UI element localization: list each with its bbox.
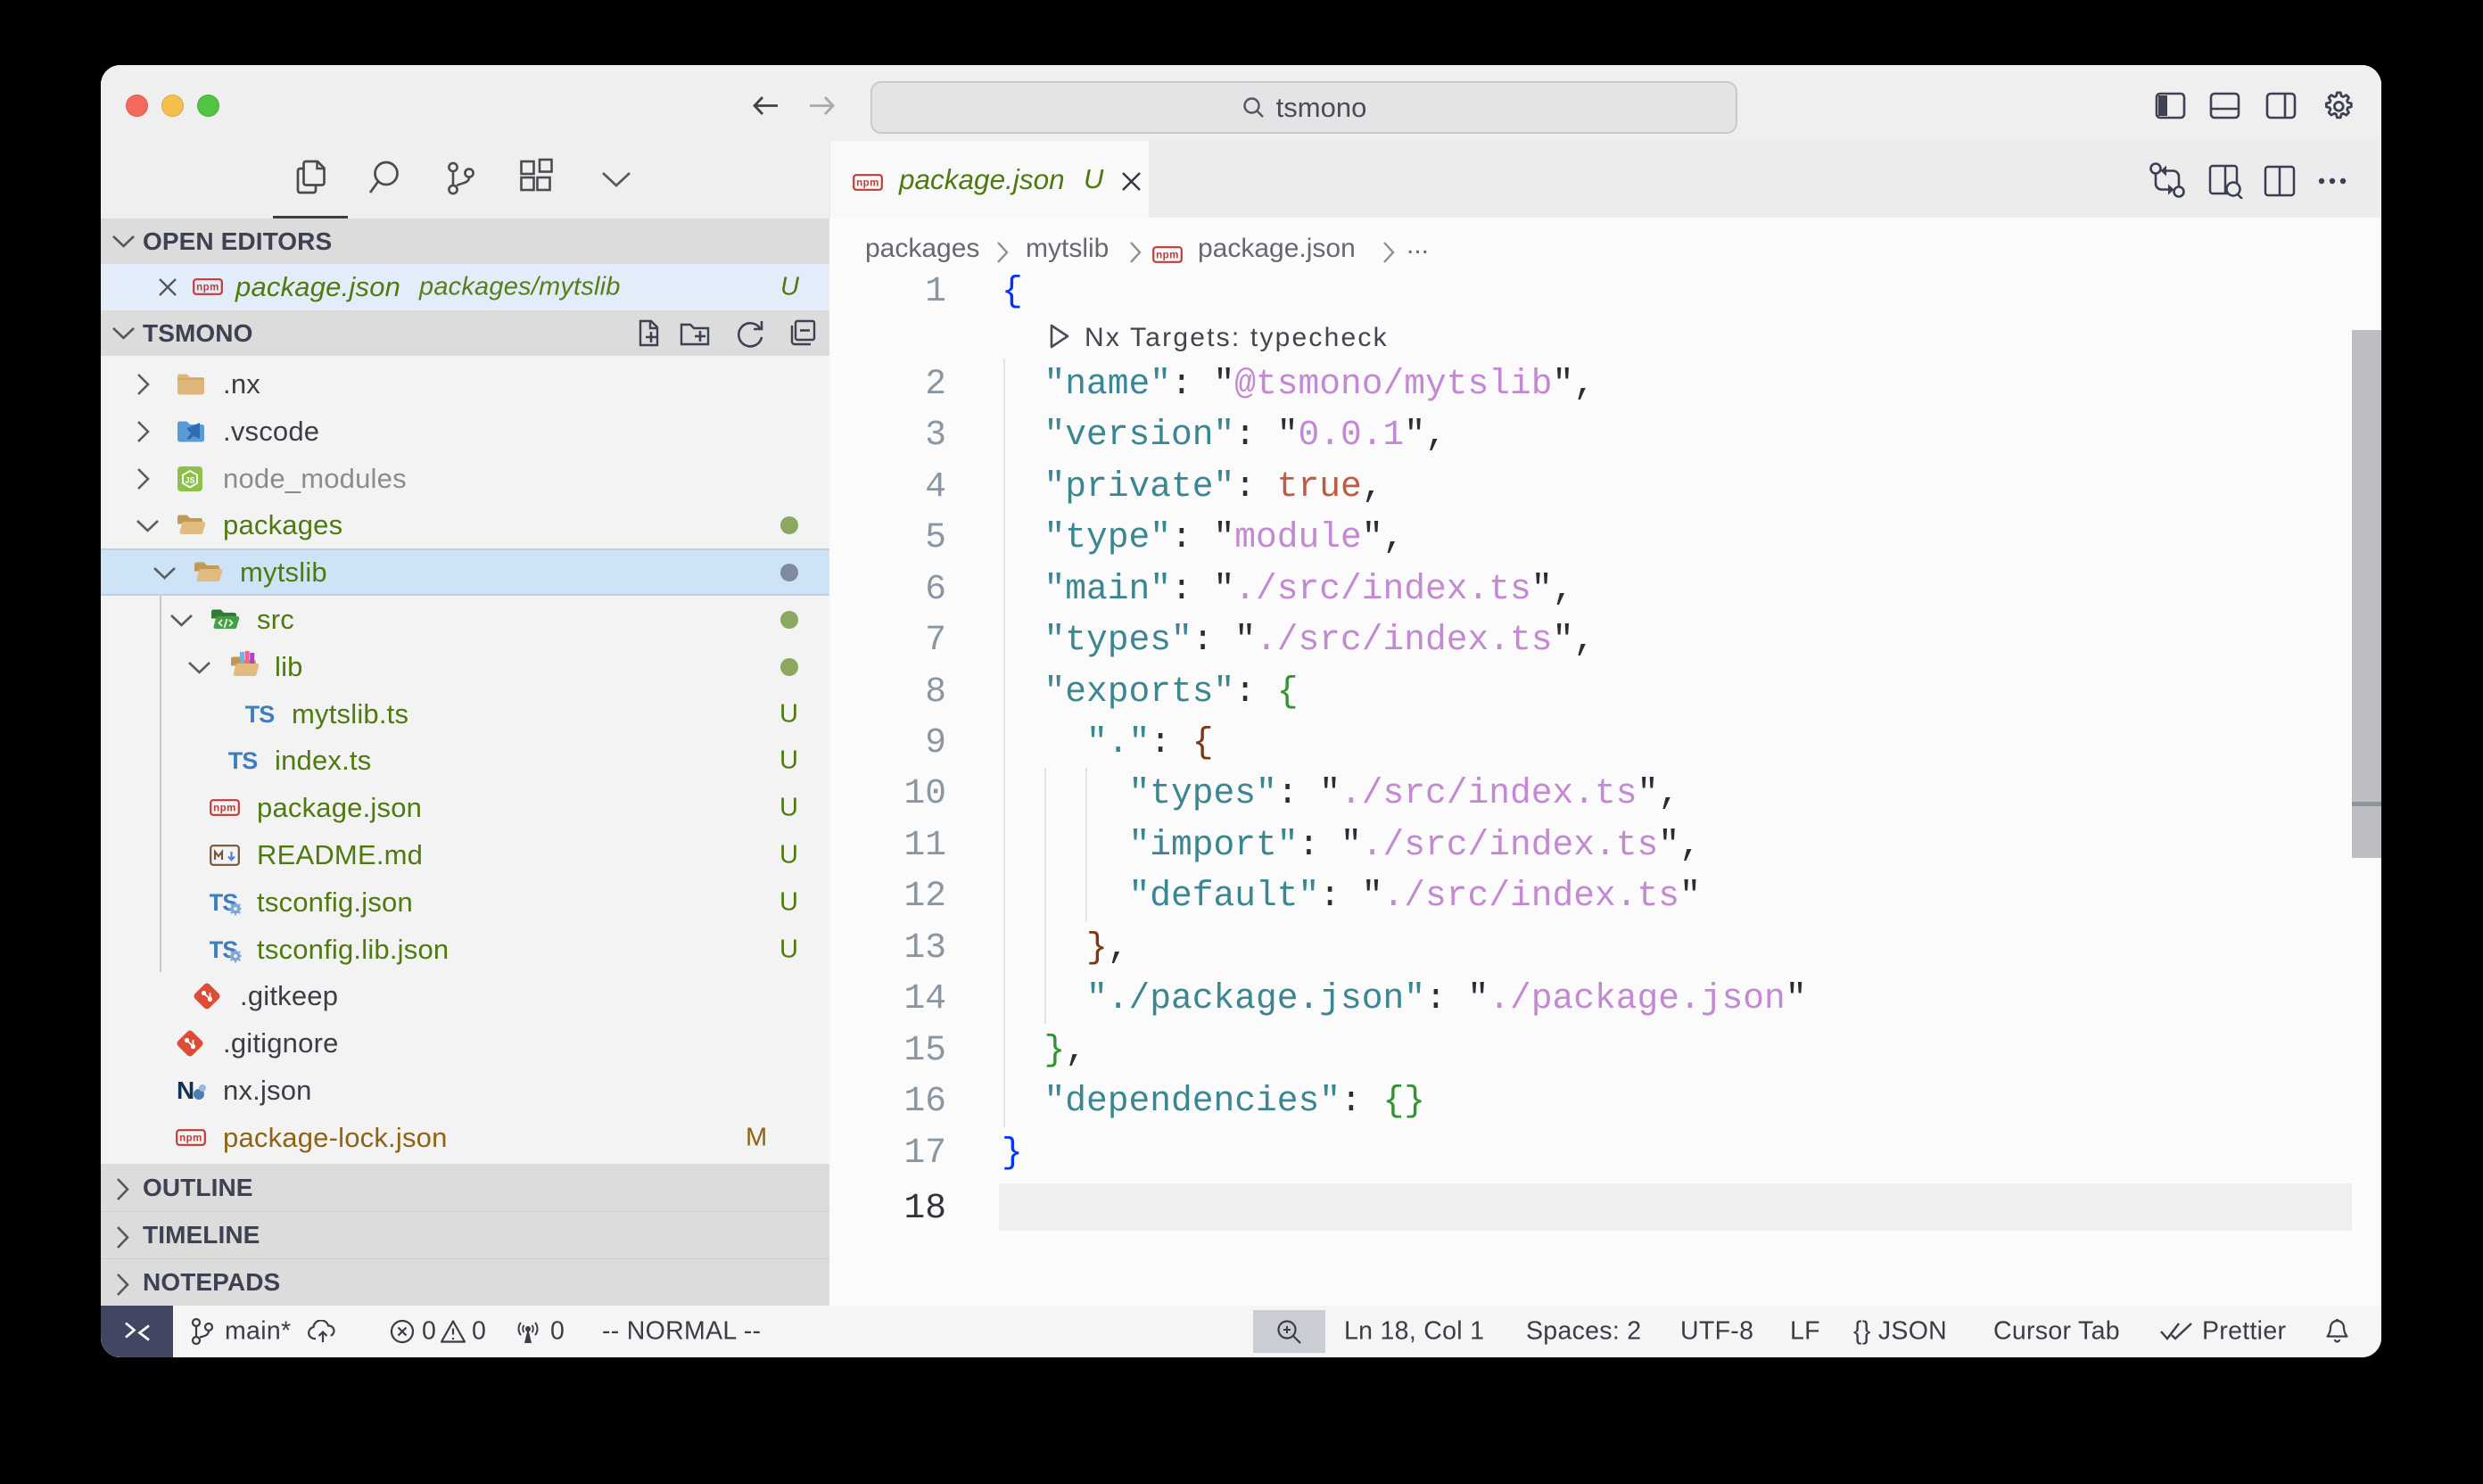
svg-text:npm: npm bbox=[213, 804, 236, 814]
svg-text:npm: npm bbox=[196, 283, 219, 293]
svg-text:N: N bbox=[177, 1077, 194, 1102]
svg-text:npm: npm bbox=[1156, 251, 1179, 261]
svg-text:JS: JS bbox=[185, 476, 194, 485]
svg-text:npm: npm bbox=[856, 178, 879, 189]
svg-text:TS: TS bbox=[228, 747, 258, 774]
svg-text:npm: npm bbox=[179, 1134, 202, 1144]
svg-text:TS: TS bbox=[245, 701, 275, 728]
